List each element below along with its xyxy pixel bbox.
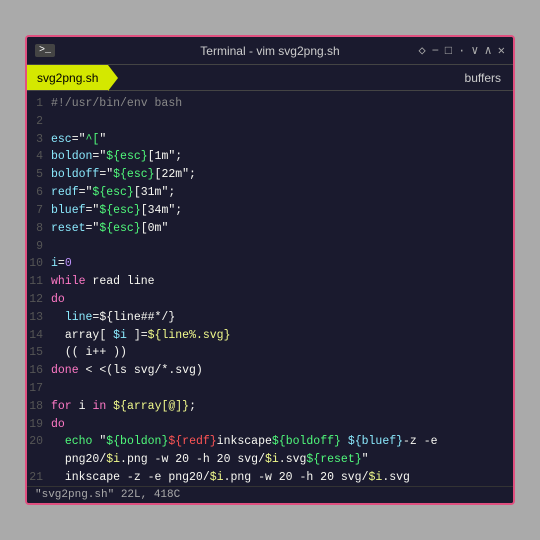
- terminal-icon: >_: [35, 44, 55, 57]
- line-1: 1#!/usr/bin/env bash: [27, 95, 513, 113]
- line-18: 18for i in ${array[@]};: [27, 398, 513, 416]
- line-2: 2: [27, 113, 513, 131]
- line-7: 7bluef="${esc}[34m";: [27, 202, 513, 220]
- titlebar: >_ Terminal - vim svg2png.sh ◇ − □ · ∨ ∧…: [27, 37, 513, 65]
- line-16: 16done < <(ls svg/*.svg): [27, 362, 513, 380]
- line-21: 21 inkscape -z -e png20/$i.png -w 20 -h …: [27, 469, 513, 486]
- dot-icon: ·: [458, 44, 465, 58]
- buffers-label[interactable]: buffers: [453, 71, 513, 85]
- line-20b: png20/$i.png -w 20 -h 20 svg/$i.svg${res…: [27, 451, 513, 469]
- tab-bar: svg2png.sh buffers: [27, 65, 513, 91]
- line-13: 13 line=${line##*/}: [27, 309, 513, 327]
- line-3: 3esc="^[": [27, 131, 513, 149]
- code-editor[interactable]: 1#!/usr/bin/env bash 2 3esc="^[" 4boldon…: [27, 91, 513, 486]
- chevron-up-icon[interactable]: ∧: [485, 43, 492, 58]
- chevron-down-icon[interactable]: ∨: [471, 43, 478, 58]
- close-icon[interactable]: ✕: [498, 43, 505, 58]
- line-5: 5boldoff="${esc}[22m";: [27, 166, 513, 184]
- line-20: 20 echo "${boldon}${redf}inkscape${boldo…: [27, 433, 513, 451]
- line-6: 6redf="${esc}[31m";: [27, 184, 513, 202]
- line-15: 15 (( i++ )): [27, 344, 513, 362]
- window-title: Terminal - vim svg2png.sh: [200, 44, 339, 58]
- line-17: 17: [27, 380, 513, 398]
- titlebar-left: >_: [35, 44, 55, 57]
- tab-triangle: [108, 65, 118, 91]
- status-bar: "svg2png.sh" 22L, 418C: [27, 486, 513, 503]
- maximize-icon[interactable]: □: [445, 44, 452, 58]
- line-11: 11while read line: [27, 273, 513, 291]
- diamond-icon[interactable]: ◇: [418, 43, 425, 58]
- active-tab[interactable]: svg2png.sh: [27, 65, 108, 90]
- line-12: 12do: [27, 291, 513, 309]
- line-4: 4boldon="${esc}[1m";: [27, 148, 513, 166]
- status-text: "svg2png.sh" 22L, 418C: [35, 489, 180, 501]
- window-controls[interactable]: ◇ − □ · ∨ ∧ ✕: [418, 43, 505, 58]
- tab-label: svg2png.sh: [37, 71, 98, 85]
- line-10: 10i=0: [27, 255, 513, 273]
- minimize-icon[interactable]: −: [432, 44, 439, 58]
- line-19: 19do: [27, 416, 513, 434]
- line-8: 8reset="${esc}[0m": [27, 220, 513, 238]
- line-14: 14 array[ $i ]=${line%.svg}: [27, 327, 513, 345]
- line-9: 9: [27, 238, 513, 256]
- terminal-window[interactable]: >_ Terminal - vim svg2png.sh ◇ − □ · ∨ ∧…: [25, 35, 515, 505]
